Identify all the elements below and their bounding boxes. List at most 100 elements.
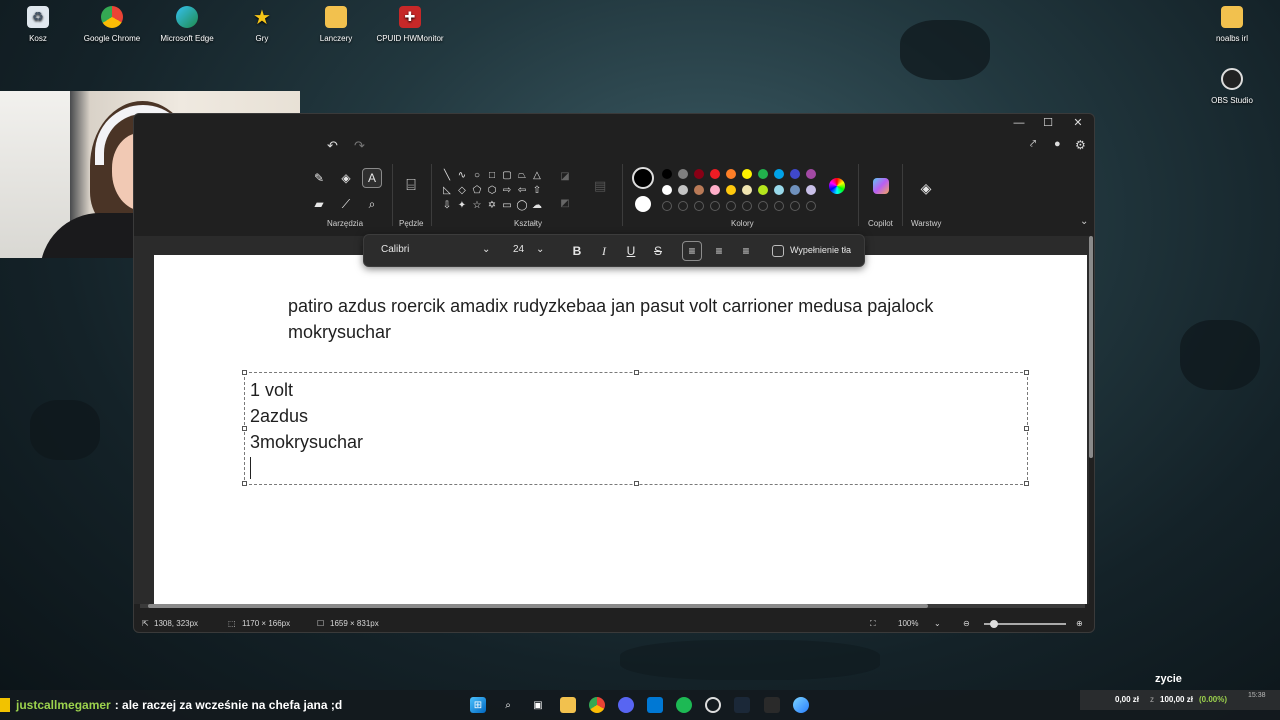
curve-shape-icon[interactable]: ∿ <box>456 170 468 181</box>
rounded-rect-shape-icon[interactable]: ▢ <box>501 170 513 181</box>
spotify-icon[interactable] <box>676 697 692 713</box>
cloud-shape-icon[interactable]: ☁ <box>531 200 543 211</box>
star5-shape-icon[interactable]: ☆ <box>471 200 483 211</box>
color-swatch[interactable] <box>806 185 816 195</box>
account-icon[interactable]: ● <box>1054 138 1061 150</box>
color-swatch[interactable] <box>694 185 704 195</box>
color-swatch[interactable] <box>694 201 704 211</box>
color-swatch[interactable] <box>774 169 784 179</box>
align-left-icon[interactable]: ≡ <box>682 241 702 261</box>
italic-button[interactable]: I <box>594 241 614 261</box>
resize-handle[interactable] <box>1024 481 1029 486</box>
pentagon-shape-icon[interactable]: ⬠ <box>471 185 483 196</box>
resize-handle[interactable] <box>634 481 639 486</box>
color-swatch[interactable] <box>774 201 784 211</box>
magnifier-icon[interactable]: ⌕ <box>362 194 382 214</box>
callout-oval-shape-icon[interactable]: ◯ <box>516 200 528 211</box>
canvas[interactable]: patiro azdus roercik amadix rudyzkebaa j… <box>154 255 1087 604</box>
color-picker-icon[interactable]: ⟋ <box>336 194 356 214</box>
minimize-button[interactable]: — <box>1009 116 1029 130</box>
chevron-down-icon[interactable]: ⌄ <box>536 244 544 255</box>
discord-icon[interactable] <box>618 697 634 713</box>
diamond-shape-icon[interactable]: ◇ <box>456 185 468 196</box>
chrome-taskbar-icon[interactable] <box>589 697 605 713</box>
close-button[interactable]: ✕ <box>1068 116 1088 130</box>
redo-icon[interactable]: ↷ <box>354 138 365 154</box>
chevron-down-icon[interactable]: ⌄ <box>934 619 941 628</box>
ribbon-expand-chevron-icon[interactable]: ⌄ <box>1080 216 1088 227</box>
scrollbar-thumb[interactable] <box>148 604 928 608</box>
settings-gear-icon[interactable]: ⚙ <box>1075 138 1086 152</box>
star4-shape-icon[interactable]: ✦ <box>456 200 468 211</box>
resize-handle[interactable] <box>242 370 247 375</box>
outline-icon[interactable]: ◪ <box>559 171 571 182</box>
fit-screen-icon[interactable]: ⛶ <box>870 619 876 629</box>
arrow-left-shape-icon[interactable]: ⇦ <box>516 185 528 196</box>
color-swatch[interactable] <box>726 185 736 195</box>
color-swatch[interactable] <box>758 169 768 179</box>
pencil-icon[interactable]: ✎ <box>309 168 329 188</box>
bold-button[interactable]: B <box>567 241 587 261</box>
text-box-selection[interactable]: 1 volt 2azdus 3mokrysuchar <box>242 370 1029 486</box>
desktop-icon-edge[interactable]: Microsoft Edge <box>149 6 225 43</box>
text-tool-icon[interactable]: A <box>362 168 382 188</box>
font-size-select[interactable]: 24 <box>513 244 524 255</box>
obs-taskbar-icon[interactable] <box>705 697 721 713</box>
zoom-level[interactable]: 100% <box>898 619 918 628</box>
color-swatch[interactable] <box>710 185 720 195</box>
rectangle-shape-icon[interactable]: □ <box>486 170 498 181</box>
triangle-shape-icon[interactable]: △ <box>531 170 543 181</box>
brush-icon[interactable]: ⌸ <box>401 176 421 196</box>
star6-shape-icon[interactable]: ✡ <box>486 200 498 211</box>
desktop-icon-chrome[interactable]: Google Chrome <box>74 6 150 43</box>
color-swatch[interactable] <box>694 169 704 179</box>
callout-rect-shape-icon[interactable]: ▭ <box>501 200 513 211</box>
color-swatch[interactable] <box>806 169 816 179</box>
maximize-button[interactable]: ☐ <box>1038 116 1058 130</box>
color-swatch[interactable] <box>710 169 720 179</box>
color-swatch[interactable] <box>710 201 720 211</box>
color-swatch[interactable] <box>678 185 688 195</box>
color-swatch[interactable] <box>678 201 688 211</box>
copilot-icon[interactable] <box>873 178 889 194</box>
color-swatch[interactable] <box>662 185 672 195</box>
color-swatch[interactable] <box>790 201 800 211</box>
start-icon[interactable]: ⊞ <box>470 697 486 713</box>
zoom-slider-thumb[interactable] <box>990 620 998 628</box>
undo-icon[interactable]: ↶ <box>327 138 338 154</box>
primary-color-swatch[interactable] <box>632 167 654 189</box>
hexagon-shape-icon[interactable]: ⬡ <box>486 185 498 196</box>
resize-handle[interactable] <box>1024 426 1029 431</box>
store-icon[interactable] <box>647 697 663 713</box>
desktop-icon-obs[interactable]: OBS Studio <box>1194 68 1270 105</box>
desktop-icon-noalbs[interactable]: noalbs irl <box>1194 6 1270 43</box>
color-swatch[interactable] <box>790 185 800 195</box>
desktop-icon-hwmonitor[interactable]: ✚ CPUID HWMonitor <box>372 6 448 43</box>
text-box-content[interactable]: 1 volt 2azdus 3mokrysuchar <box>250 377 363 455</box>
align-center-icon[interactable]: ≡ <box>709 241 729 261</box>
eraser-icon[interactable]: ▰ <box>309 194 329 214</box>
resize-handle[interactable] <box>634 370 639 375</box>
polygon-shape-icon[interactable]: ⏢ <box>516 170 528 181</box>
horizontal-scrollbar[interactable] <box>140 604 1085 608</box>
line-shape-icon[interactable]: ╲ <box>441 170 453 181</box>
color-swatch[interactable] <box>726 201 736 211</box>
resize-handle[interactable] <box>1024 370 1029 375</box>
strikethrough-button[interactable]: S <box>648 241 668 261</box>
epic-games-icon[interactable] <box>764 697 780 713</box>
secondary-color-swatch[interactable] <box>635 196 651 212</box>
color-swatch[interactable] <box>662 201 672 211</box>
layers-icon[interactable]: ◈ <box>916 178 936 198</box>
color-swatch[interactable] <box>774 185 784 195</box>
edit-colors-icon[interactable] <box>829 178 845 194</box>
size-icon[interactable]: ▤ <box>594 178 606 194</box>
color-swatch[interactable] <box>758 201 768 211</box>
arrow-right-shape-icon[interactable]: ⇨ <box>501 185 513 196</box>
paint-taskbar-icon[interactable] <box>793 697 809 713</box>
oval-shape-icon[interactable]: ○ <box>471 170 483 181</box>
arrow-down-shape-icon[interactable]: ⇩ <box>441 200 453 211</box>
steam-icon[interactable] <box>734 697 750 713</box>
zoom-out-icon[interactable]: ⊖ <box>963 619 970 628</box>
align-right-icon[interactable]: ≡ <box>736 241 756 261</box>
fill-style-icon[interactable]: ◩ <box>559 198 571 209</box>
